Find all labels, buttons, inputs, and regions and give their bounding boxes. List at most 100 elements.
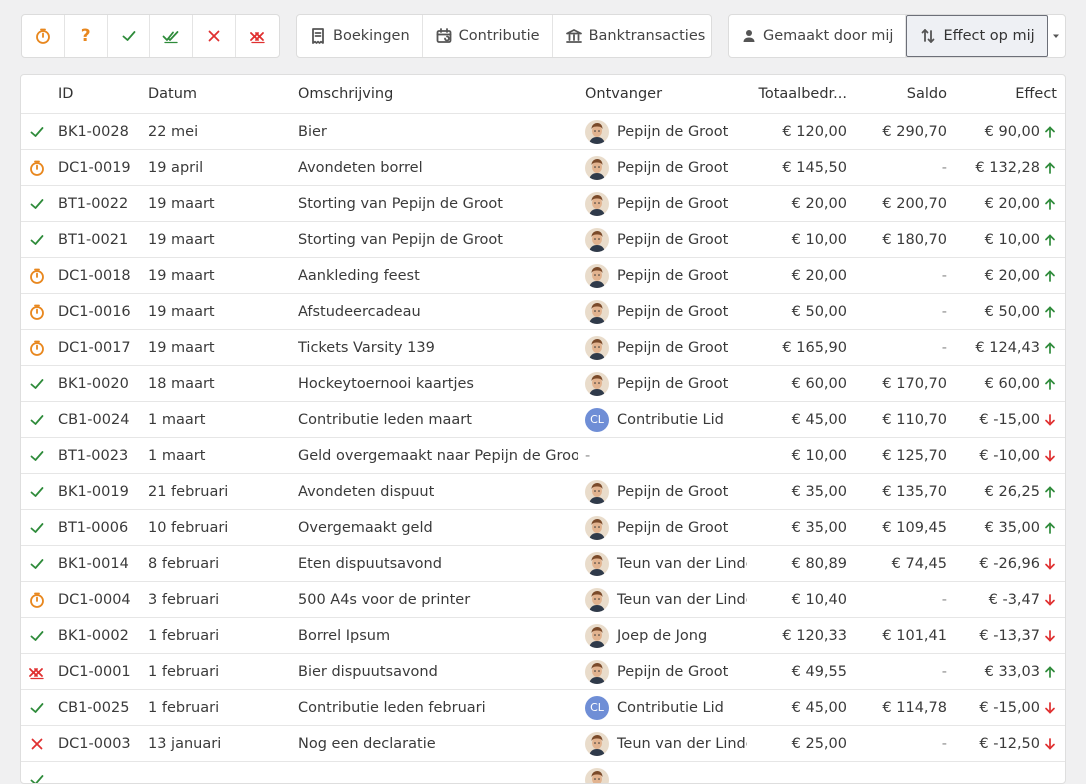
row-id-text: DC1-0016 (58, 304, 131, 320)
table-row[interactable]: DC1-000313 januariNog een declaratieTeun… (21, 726, 1065, 762)
row-effect: € -12,50 (951, 726, 1057, 761)
status-icon-cell (25, 330, 49, 365)
timer-icon (34, 27, 52, 45)
status-filter-double-check-button[interactable] (150, 15, 193, 57)
header-ontvanger[interactable]: Ontvanger (585, 75, 747, 113)
row-ontvanger-text: Pepijn de Groot (617, 484, 728, 500)
header-datum[interactable]: Datum (148, 75, 296, 113)
header-saldo[interactable]: Saldo (851, 75, 947, 113)
row-datum-text: 1 maart (148, 412, 205, 428)
row-effect: € 26,25 (951, 474, 1057, 509)
table-row[interactable]: CB1-00251 februariContributie leden febr… (21, 690, 1065, 726)
row-totaalbedrag-text: € 45,00 (792, 412, 847, 428)
row-datum: 19 maart (148, 222, 296, 257)
status-filter-question-button[interactable]: ? (65, 15, 108, 57)
table-row[interactable]: BT1-002219 maartStorting van Pepijn de G… (21, 186, 1065, 222)
row-ontvanger-text: Teun van der Linde (617, 592, 747, 608)
table-row[interactable]: BT1-00231 maartGeld overgemaakt naar Pep… (21, 438, 1065, 474)
row-saldo-text: € 125,70 (882, 448, 947, 464)
table-row[interactable]: BT1-002119 maartStorting van Pepijn de G… (21, 222, 1065, 258)
row-totaalbedrag (749, 762, 847, 784)
table-row[interactable]: DC1-00011 februariBier dispuutsavondPepi… (21, 654, 1065, 690)
status-filter-cross-button[interactable] (193, 15, 236, 57)
row-effect-text: € 10,00 (985, 232, 1040, 248)
status-icon-cell (25, 546, 49, 581)
status-filter-double-cross-button[interactable] (236, 15, 279, 57)
header-id[interactable]: ID (58, 75, 146, 113)
effect-op-mij-button[interactable]: Effect op mij (906, 15, 1047, 57)
avatar (585, 264, 609, 288)
boekingen-button[interactable]: Boekingen (297, 15, 423, 57)
row-id-text: BK1-0014 (58, 556, 129, 572)
row-effect-text: € -3,47 (989, 592, 1040, 608)
row-totaalbedrag: € 25,00 (749, 726, 847, 761)
row-totaalbedrag: € 10,40 (749, 582, 847, 617)
avatar: CL (585, 408, 609, 432)
table-row[interactable]: BK1-00021 februariBorrel IpsumJoep de Jo… (21, 618, 1065, 654)
row-totaalbedrag-text: € 35,00 (792, 484, 847, 500)
row-saldo-text: € 74,45 (892, 556, 947, 572)
table-row[interactable]: DC1-001819 maartAankleding feestPepijn d… (21, 258, 1065, 294)
row-saldo: - (851, 330, 947, 365)
row-datum-text: 10 februari (148, 520, 228, 536)
row-ontvanger: Pepijn de Groot (585, 258, 747, 293)
table-row[interactable]: BK1-002822 meiBierPepijn de Groot€ 120,0… (21, 114, 1065, 150)
arrow-up-icon (1043, 269, 1057, 283)
row-effect: € 35,00 (951, 510, 1057, 545)
table-row[interactable]: CB1-00241 maartContributie leden maartCL… (21, 402, 1065, 438)
arrow-up-icon (1043, 305, 1057, 319)
row-ontvanger: Pepijn de Groot (585, 186, 747, 221)
row-effect-text: € 26,25 (985, 484, 1040, 500)
table-row[interactable]: DC1-001719 maartTickets Varsity 139Pepij… (21, 330, 1065, 366)
row-omschrijving: Bier (298, 114, 578, 149)
header-omschrijving[interactable]: Omschrijving (298, 75, 578, 113)
status-icon-cell (25, 186, 49, 221)
status-filter-timer-button[interactable] (22, 15, 65, 57)
header-effect[interactable]: Effect (951, 75, 1057, 113)
row-omschrijving-text: Hockeytoernooi kaartjes (298, 376, 474, 392)
row-totaalbedrag: € 120,00 (749, 114, 847, 149)
row-omschrijving-text: Contributie leden februari (298, 700, 486, 716)
row-id: BT1-0021 (58, 222, 146, 257)
table-row[interactable]: BK1-002018 maartHockeytoernooi kaartjesP… (21, 366, 1065, 402)
row-saldo-text: - (942, 664, 947, 680)
view-dropdown-button[interactable] (1048, 15, 1065, 57)
row-omschrijving: Contributie leden februari (298, 690, 578, 725)
status-filter-check-button[interactable] (108, 15, 151, 57)
check-status-icon (28, 519, 46, 537)
row-effect-text: € 50,00 (985, 304, 1040, 320)
table-row[interactable]: DC1-00043 februari500 A4s voor de printe… (21, 582, 1065, 618)
row-saldo: - (851, 582, 947, 617)
row-totaalbedrag: € 10,00 (749, 438, 847, 473)
table-row[interactable]: BK1-00148 februariEten dispuutsavondTeun… (21, 546, 1065, 582)
table-row[interactable]: BK1-001921 februariAvondeten dispuutPepi… (21, 474, 1065, 510)
row-datum-text: 19 maart (148, 268, 215, 284)
table-row[interactable] (21, 762, 1065, 784)
table-row[interactable]: DC1-001919 aprilAvondeten borrelPepijn d… (21, 150, 1065, 186)
row-ontvanger: Teun van der Linde (585, 546, 747, 581)
row-datum: 1 maart (148, 402, 296, 437)
row-ontvanger-text: Pepijn de Groot (617, 232, 728, 248)
transactions-table: ID Datum Omschrijving Ontvanger Totaalbe… (20, 74, 1066, 784)
row-totaalbedrag-text: € 10,40 (792, 592, 847, 608)
table-row[interactable]: DC1-001619 maartAfstudeercadeauPepijn de… (21, 294, 1065, 330)
row-totaalbedrag-text: € 35,00 (792, 520, 847, 536)
status-icon-cell (25, 582, 49, 617)
gemaakt-door-mij-button[interactable]: Gemaakt door mij (729, 15, 906, 57)
contributie-button[interactable]: Contributie (423, 15, 553, 57)
banktransacties-button[interactable]: Banktransacties (553, 15, 712, 57)
row-omschrijving: Avondeten borrel (298, 150, 578, 185)
arrow-down-icon (1043, 449, 1057, 463)
row-ontvanger-text: Pepijn de Groot (617, 196, 728, 212)
row-datum: 8 februari (148, 546, 296, 581)
row-datum: 1 februari (148, 654, 296, 689)
filter-label: Gemaakt door mij (763, 28, 893, 44)
row-id-text: BK1-0028 (58, 124, 129, 140)
row-id: BK1-0020 (58, 366, 146, 401)
row-effect-text: € -15,00 (979, 412, 1040, 428)
status-icon-cell (25, 618, 49, 653)
table-row[interactable]: BT1-000610 februariOvergemaakt geldPepij… (21, 510, 1065, 546)
row-id-text: BT1-0021 (58, 232, 128, 248)
header-totaalbedrag[interactable]: Totaalbedr... (749, 75, 847, 113)
row-ontvanger: Pepijn de Groot (585, 654, 747, 689)
